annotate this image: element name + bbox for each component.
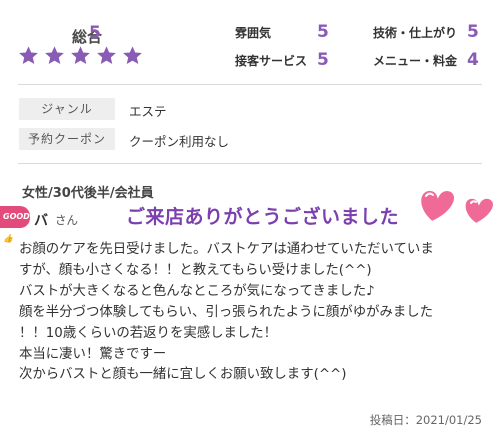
divider <box>18 84 482 85</box>
star-icon <box>71 46 90 64</box>
reviewer-name: バ <box>34 213 48 229</box>
coupon-tag: 予約クーポン <box>19 128 115 150</box>
rating-technique-value: 5 <box>467 22 479 42</box>
hearts-icon <box>419 188 495 226</box>
rating-atmosphere-label: 雰囲気 <box>235 26 272 40</box>
star-icon <box>45 46 64 64</box>
total-rating-value: 5 <box>89 23 101 43</box>
review-line: すが、顔も小さくなる！！と教えてもらい受けました(^^) <box>19 262 372 278</box>
review-line: 顔を半分づつ体験してもらい、引っ張られたように顔がゆがみました <box>19 304 434 320</box>
thank-you-caption: ご来店ありがとうございました <box>126 206 400 228</box>
rating-service-value: 5 <box>317 50 329 70</box>
reviewer-name-suffix: さん <box>55 213 78 227</box>
genre-value: エステ <box>129 104 167 119</box>
rating-summary: 総合 5 雰囲気 5 技術・仕上がり 5 接客サービス 5 メニュー・料金 4 <box>0 0 500 84</box>
review-line: バストが大きくなると色んなところが気になってきました♪ <box>19 283 375 299</box>
star-icon <box>123 46 142 64</box>
review-body: お顔のケアを先日受けました。バストケアは通わせていただいていま すが、顔も小さく… <box>19 240 489 386</box>
posted-date: 投稿日：2021/01/25 <box>369 413 482 427</box>
coupon-value: クーポン利用なし <box>129 134 230 149</box>
reviewer-meta: 女性/30代後半/会社員 <box>22 186 154 201</box>
rating-menu-price-value: 4 <box>467 50 479 70</box>
star-icon <box>97 46 116 64</box>
genre-tag: ジャンル <box>19 98 115 120</box>
rating-menu-price-label: メニュー・料金 <box>373 54 458 68</box>
review-line: ！！10歳くらいの若返りを実感しました！ <box>19 325 278 341</box>
review-line: 次からバストと顔も一緒に宜しくお願い致します(^^) <box>19 367 347 383</box>
rating-service-label: 接客サービス <box>235 54 308 68</box>
divider <box>18 163 482 164</box>
star-icon <box>19 46 38 64</box>
rating-atmosphere-value: 5 <box>317 22 329 42</box>
star-rating <box>18 45 143 66</box>
rating-technique-label: 技術・仕上がり <box>373 26 458 40</box>
review-line: お顔のケアを先日受けました。バストケアは通わせていただいていま <box>19 242 434 257</box>
good-badge: GOOD👍 <box>0 206 30 243</box>
review-line: 本当に凄い！驚きですー <box>19 346 167 362</box>
